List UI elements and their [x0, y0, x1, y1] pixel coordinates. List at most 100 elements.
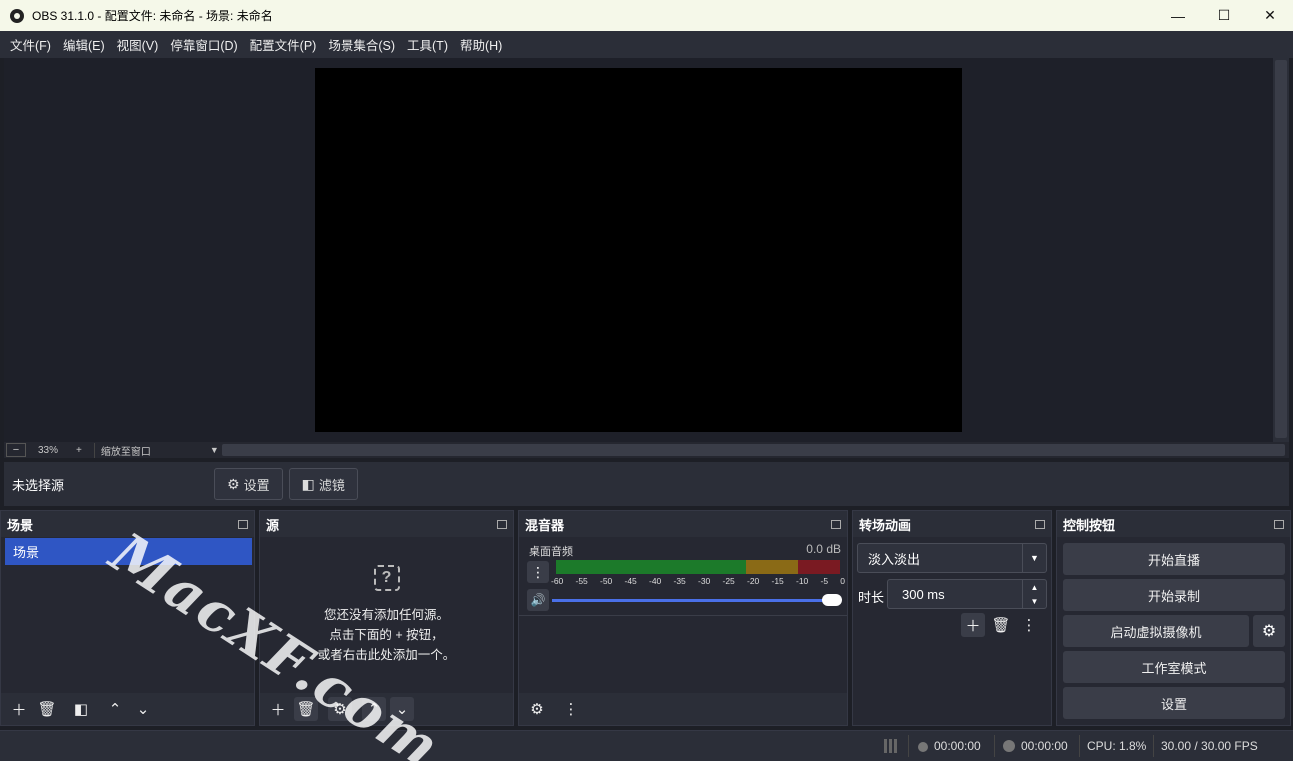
undock-icon[interactable]	[497, 519, 507, 529]
preview-horizontal-scrollbar[interactable]	[222, 444, 1285, 456]
studio-mode-button[interactable]: 工作室模式	[1063, 651, 1285, 683]
menu-edit[interactable]: 编辑(E)	[57, 35, 111, 54]
meter-yellow-segment	[746, 560, 798, 574]
source-filters-button[interactable]: ◧ 滤镜	[288, 468, 358, 500]
mixer-dock-toolbar: ⚙ ⋮	[519, 693, 847, 725]
meter-tick: -5	[820, 576, 829, 586]
no-source-label: 未选择源	[12, 477, 65, 493]
move-up-icon[interactable]: ⌃	[103, 697, 127, 721]
zoom-in-button[interactable]: +	[76, 445, 82, 456]
trash-icon[interactable]: 🗑	[294, 697, 318, 721]
preview-area[interactable]	[4, 58, 1273, 442]
meter-tick: -15	[771, 576, 784, 586]
undock-icon[interactable]	[831, 519, 841, 529]
question-icon: ?	[373, 565, 400, 591]
scene-item-label: 场景	[13, 545, 40, 560]
controls-dock-title: 控制按钮	[1063, 517, 1116, 533]
transition-select[interactable]: 淡入淡出 ▼	[857, 543, 1047, 573]
close-button[interactable]: ✕	[1247, 0, 1293, 31]
chevron-down-icon[interactable]: ▼	[210, 445, 219, 455]
zoom-value: 33%	[38, 444, 59, 456]
start-record-button[interactable]: 开始录制	[1063, 579, 1285, 611]
undock-icon[interactable]	[238, 519, 248, 529]
undock-icon[interactable]	[1035, 519, 1045, 529]
gear-icon[interactable]: ⚙	[1253, 615, 1285, 647]
record-icon	[1003, 740, 1015, 752]
volume-slider-knob[interactable]	[822, 594, 842, 606]
duration-spinner[interactable]: ▲ ▼	[1022, 580, 1046, 608]
meter-tick: -25	[722, 576, 735, 586]
menu-view[interactable]: 视图(V)	[111, 35, 165, 54]
menu-tools[interactable]: 工具(T)	[401, 35, 454, 54]
zoom-mode-select[interactable]: 缩放至窗口	[93, 442, 204, 458]
sources-empty-message[interactable]: ? 您还没有添加任何源。 点击下面的 + 按钮， 或者右击此处添加一个。	[260, 565, 513, 665]
start-stream-button[interactable]: 开始直播	[1063, 543, 1285, 575]
zoom-out-button[interactable]: −	[6, 443, 26, 457]
filter-icon: ◧	[301, 475, 315, 492]
undock-icon[interactable]	[1274, 519, 1284, 529]
menu-help[interactable]: 帮助(H)	[454, 35, 508, 54]
add-transition-icon[interactable]: ＋	[961, 613, 985, 637]
meter-tick: -55	[575, 576, 588, 586]
scrollbar-thumb[interactable]	[1275, 60, 1287, 438]
more-vertical-icon[interactable]: ⋮	[559, 697, 583, 721]
virtual-camera-button[interactable]: 启动虚拟摄像机	[1063, 615, 1249, 647]
gear-icon[interactable]: ⚙	[328, 697, 352, 721]
more-vertical-icon[interactable]: ⋮	[1017, 613, 1041, 637]
menu-scene-collection[interactable]: 场景集合(S)	[322, 35, 401, 54]
move-down-icon[interactable]: ⌄	[390, 697, 414, 721]
empty-line-2: 点击下面的 + 按钮，	[329, 628, 444, 642]
transitions-dock-header: 转场动画	[853, 511, 1051, 537]
window-title: OBS 31.1.0 - 配置文件: 未命名 - 场景: 未命名	[32, 9, 273, 23]
move-down-icon[interactable]: ⌄	[131, 697, 155, 721]
cpu-usage: CPU: 1.8%	[1087, 739, 1147, 753]
add-source-icon[interactable]: ＋	[266, 697, 290, 721]
move-up-icon[interactable]: ⌃	[362, 697, 386, 721]
duration-label: 时长	[858, 590, 885, 605]
duration-value: 300 ms	[902, 586, 945, 602]
signal-bars-icon	[884, 739, 900, 754]
scenes-dock-title: 场景	[7, 517, 34, 533]
empty-line-1: 您还没有添加任何源。	[323, 608, 449, 622]
title-bar: OBS 31.1.0 - 配置文件: 未命名 - 场景: 未命名 — ☐ ✕	[0, 0, 1293, 31]
volume-meter	[556, 560, 840, 574]
more-vertical-icon[interactable]: ⋮	[527, 561, 549, 583]
record-status: 00:00:00	[1003, 739, 1068, 753]
menu-file[interactable]: 文件(F)	[4, 35, 57, 54]
chevron-up-icon[interactable]: ▲	[1031, 583, 1039, 592]
trash-icon[interactable]: 🗑	[35, 697, 59, 721]
preview-canvas[interactable]	[315, 68, 962, 432]
maximize-button[interactable]: ☐	[1201, 0, 1247, 31]
trash-icon[interactable]: 🗑	[989, 613, 1013, 637]
transitions-dock-title: 转场动画	[859, 517, 912, 533]
preview-vertical-scrollbar[interactable]	[1273, 58, 1289, 442]
sources-dock: 源 ? 您还没有添加任何源。 点击下面的 + 按钮， 或者右击此处添加一个。 ＋…	[259, 510, 514, 726]
scenes-dock-toolbar: ＋ 🗑 ◧ ⌃ ⌄	[1, 693, 254, 725]
sources-dock-toolbar: ＋ 🗑 ⚙ ⌃ ⌄	[260, 693, 513, 725]
scene-list-item[interactable]: 场景	[5, 538, 252, 565]
minimize-button[interactable]: —	[1155, 0, 1201, 31]
advanced-audio-icon[interactable]: ⚙	[525, 697, 549, 721]
meter-tick: -50	[600, 576, 613, 586]
settings-button[interactable]: 设置	[1063, 687, 1285, 719]
controls-dock: 控制按钮 开始直播 开始录制 启动虚拟摄像机 ⚙ 工作室模式 设置	[1056, 510, 1291, 726]
duration-input[interactable]: 300 ms ▲ ▼	[887, 579, 1047, 609]
menu-profile[interactable]: 配置文件(P)	[244, 35, 323, 54]
scenes-dock: 场景 场景 ＋ 🗑 ◧ ⌃ ⌄	[0, 510, 255, 726]
stream-time: 00:00:00	[934, 739, 981, 753]
menu-docks[interactable]: 停靠窗口(D)	[164, 35, 243, 54]
meter-tick: 0	[840, 576, 845, 586]
add-scene-icon[interactable]: ＋	[7, 697, 31, 721]
meter-ticks: -60 -55 -50 -45 -40 -35 -30 -25 -20 -15 …	[551, 576, 845, 586]
speaker-icon[interactable]: 🔊	[527, 589, 549, 611]
scene-filter-icon[interactable]: ◧	[69, 697, 93, 721]
mixer-dock-title: 混音器	[525, 517, 565, 533]
transitions-dock: 转场动画 淡入淡出 ▼ 时长 300 ms ▲ ▼ ＋ 🗑 ⋮	[852, 510, 1052, 726]
chevron-down-icon[interactable]: ▼	[1031, 597, 1039, 606]
chevron-down-icon[interactable]: ▼	[1022, 544, 1046, 572]
meter-green-segment	[556, 560, 746, 574]
mixer-dock: 混音器 桌面音频 0.0 dB ⋮ -60 -55 -50 -45 -40 -3…	[518, 510, 848, 726]
volume-slider[interactable]	[552, 594, 842, 606]
stream-status: 00:00:00	[918, 739, 981, 753]
source-settings-button[interactable]: ⚙ 设置	[214, 468, 283, 500]
